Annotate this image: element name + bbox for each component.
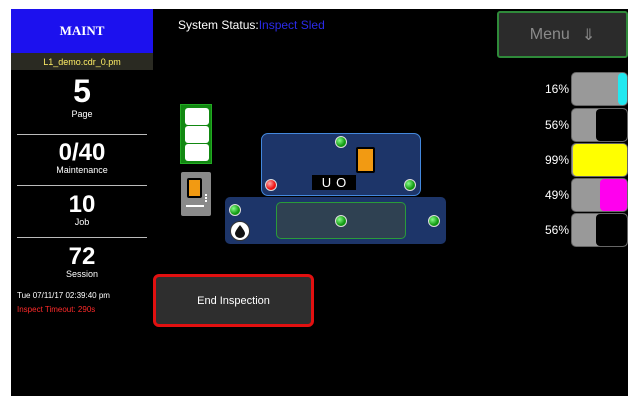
ink-drop-icon[interactable] [230, 221, 250, 241]
ink-gauge [571, 143, 628, 177]
ink-percent: 49% [544, 188, 569, 202]
ink-gauge [571, 72, 628, 106]
menu-label: Menu [529, 25, 570, 43]
green-led-icon [404, 179, 416, 191]
tray-slot [185, 144, 209, 161]
ink-gauge [571, 108, 628, 142]
file-name: L1_demo.cdr_0.pm [11, 53, 153, 70]
session-count-value: 72 [68, 243, 96, 270]
page-counter: 5 Page [11, 75, 153, 119]
system-status: System Status:Inspect Sled [178, 18, 325, 32]
ink-level-magenta: 49% [531, 178, 628, 212]
red-led-icon [265, 179, 277, 191]
ink-percent: 56% [544, 223, 569, 237]
green-led-icon [229, 204, 241, 216]
printhead-cartridge-icon [356, 147, 375, 173]
u-glyph: U [321, 175, 332, 190]
page-count-value: 5 [73, 73, 91, 109]
ink-fill [618, 73, 627, 105]
ink-fill [596, 214, 627, 246]
o-glyph: O [336, 175, 347, 190]
page-count-label: Page [71, 109, 93, 119]
system-status-label: System Status: [178, 18, 259, 32]
green-led-icon [428, 215, 440, 227]
printer-control-screen: MAINT L1_demo.cdr_0.pm 5 Page 0/40 Maint… [11, 9, 628, 396]
mode-label: MAINT [59, 23, 105, 38]
menu-button[interactable]: Menu ⇓ [497, 11, 628, 58]
ink-fill [600, 179, 627, 211]
file-name-text: L1_demo.cdr_0.pm [43, 56, 121, 67]
job-counter: 10 Job [11, 191, 153, 228]
session-counter: 72 Session [11, 243, 153, 280]
job-count-value: 10 [68, 191, 96, 218]
ink-percent: 16% [544, 82, 569, 96]
head-slot: U O [312, 175, 356, 190]
ink-fill [596, 109, 627, 141]
maintenance-count-value: 0/40 [58, 139, 106, 166]
ink-gauge [571, 178, 628, 212]
down-arrow-icon: ⇓ [581, 26, 596, 44]
green-led-icon [335, 136, 347, 148]
cartridge-station[interactable] [181, 172, 211, 216]
mode-indicator: MAINT [11, 9, 153, 53]
ink-percent: 56% [544, 118, 569, 132]
tray-slot [185, 108, 209, 125]
cartridge-icon [187, 178, 202, 198]
bar-icon [186, 205, 204, 207]
ink-percent: 99% [544, 153, 569, 167]
date-time: Tue 07/11/17 02:39:40 pm [17, 291, 110, 300]
media-tray-stack[interactable] [180, 104, 212, 164]
ink-level-black-2: 56% [531, 213, 628, 247]
maintenance-count-label: Maintenance [56, 165, 108, 175]
tray-slot [185, 126, 209, 143]
dots-icon [205, 194, 207, 202]
system-status-value: Inspect Sled [258, 18, 325, 32]
divider [17, 185, 147, 186]
session-count-label: Session [65, 269, 99, 279]
end-inspection-label: End Inspection [197, 294, 270, 307]
end-inspection-button[interactable]: End Inspection [153, 274, 314, 327]
inspect-timeout: Inspect Timeout: 290s [17, 305, 96, 314]
ink-gauge [571, 213, 628, 247]
ink-level-cyan: 16% [531, 72, 628, 106]
ink-level-black: 56% [531, 108, 628, 142]
job-count-label: Job [74, 217, 90, 227]
ink-fill [572, 144, 627, 176]
green-led-icon [335, 215, 347, 227]
ink-drop-icon-svg [235, 224, 245, 238]
divider [17, 134, 147, 135]
ink-level-yellow: 99% [531, 143, 628, 177]
maintenance-counter: 0/40 Maintenance [11, 139, 153, 176]
divider [17, 237, 147, 238]
